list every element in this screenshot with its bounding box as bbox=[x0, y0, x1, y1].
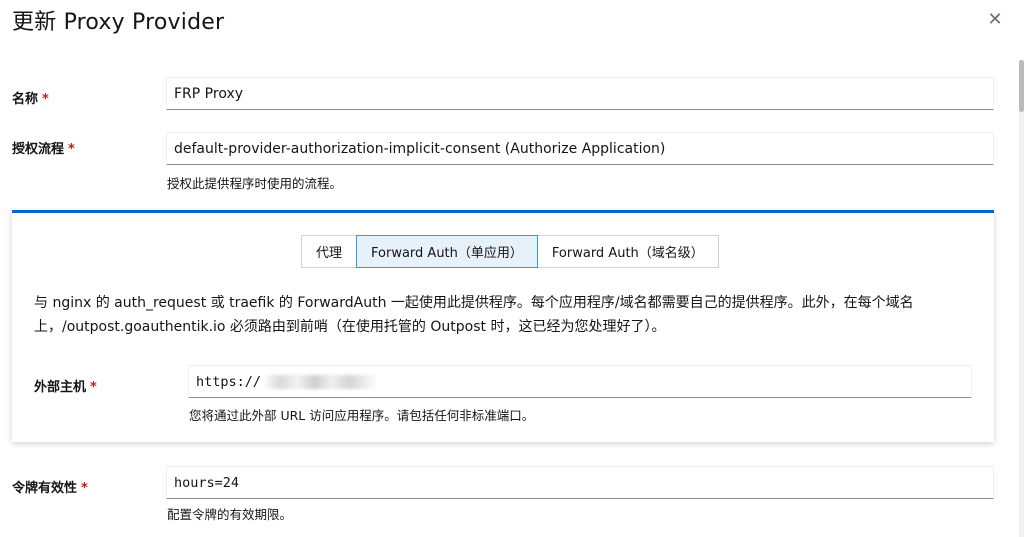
token-validity-input[interactable]: hours=24 bbox=[166, 466, 994, 499]
close-icon: ✕ bbox=[987, 8, 1003, 30]
token-validity-label: 令牌有效性 * bbox=[12, 477, 88, 496]
external-host-input[interactable]: https:// bbox=[188, 365, 972, 398]
tab-forward-auth-single[interactable]: Forward Auth（单应用） bbox=[356, 235, 538, 268]
external-host-label: 外部主机 * bbox=[34, 376, 97, 395]
tab-proxy-label: 代理 bbox=[316, 246, 343, 261]
scrollbar-thumb[interactable] bbox=[1019, 60, 1024, 112]
external-host-helper: 您将通过此外部 URL 访问应用程序。请包括任何非标准端口。 bbox=[189, 408, 535, 423]
tab-forward-auth-single-label: Forward Auth（单应用） bbox=[371, 246, 523, 261]
auth-flow-label-text: 授权流程 bbox=[12, 142, 65, 157]
required-mark: * bbox=[90, 380, 97, 395]
tab-proxy[interactable]: 代理 bbox=[301, 235, 358, 268]
name-input-value: FRP Proxy bbox=[174, 85, 244, 102]
required-mark: * bbox=[81, 481, 88, 496]
auth-flow-label: 授权流程 * bbox=[12, 138, 75, 157]
token-validity-helper: 配置令牌的有效期限。 bbox=[167, 507, 293, 522]
token-validity-label-text: 令牌有效性 bbox=[12, 481, 78, 496]
redacted-host bbox=[263, 374, 379, 389]
tab-forward-auth-domain[interactable]: Forward Auth（域名级） bbox=[536, 235, 719, 268]
required-mark: * bbox=[68, 142, 75, 157]
close-button[interactable]: ✕ bbox=[986, 8, 1004, 30]
required-mark: * bbox=[42, 92, 49, 107]
mode-description: 与 nginx 的 auth_request 或 traefik 的 Forwa… bbox=[34, 295, 914, 335]
mode-toggle-group: 代理 Forward Auth（单应用） Forward Auth（域名级） bbox=[301, 235, 719, 268]
scrollbar[interactable] bbox=[1019, 60, 1024, 537]
external-host-input-value: https:// bbox=[196, 373, 262, 390]
name-label-text: 名称 bbox=[12, 92, 39, 107]
name-label: 名称 * bbox=[12, 88, 49, 107]
auth-flow-select-value: default-provider-authorization-implicit-… bbox=[174, 140, 666, 157]
token-validity-input-value: hours=24 bbox=[174, 474, 240, 491]
modal-title: 更新 Proxy Provider bbox=[12, 10, 225, 35]
name-input[interactable]: FRP Proxy bbox=[166, 77, 994, 110]
external-host-label-text: 外部主机 bbox=[34, 380, 87, 395]
auth-flow-helper: 授权此提供程序时使用的流程。 bbox=[167, 176, 343, 191]
mode-panel: 代理 Forward Auth（单应用） Forward Auth（域名级） 与… bbox=[12, 210, 994, 442]
auth-flow-select[interactable]: default-provider-authorization-implicit-… bbox=[166, 132, 994, 165]
tab-forward-auth-domain-label: Forward Auth（域名级） bbox=[551, 246, 704, 261]
